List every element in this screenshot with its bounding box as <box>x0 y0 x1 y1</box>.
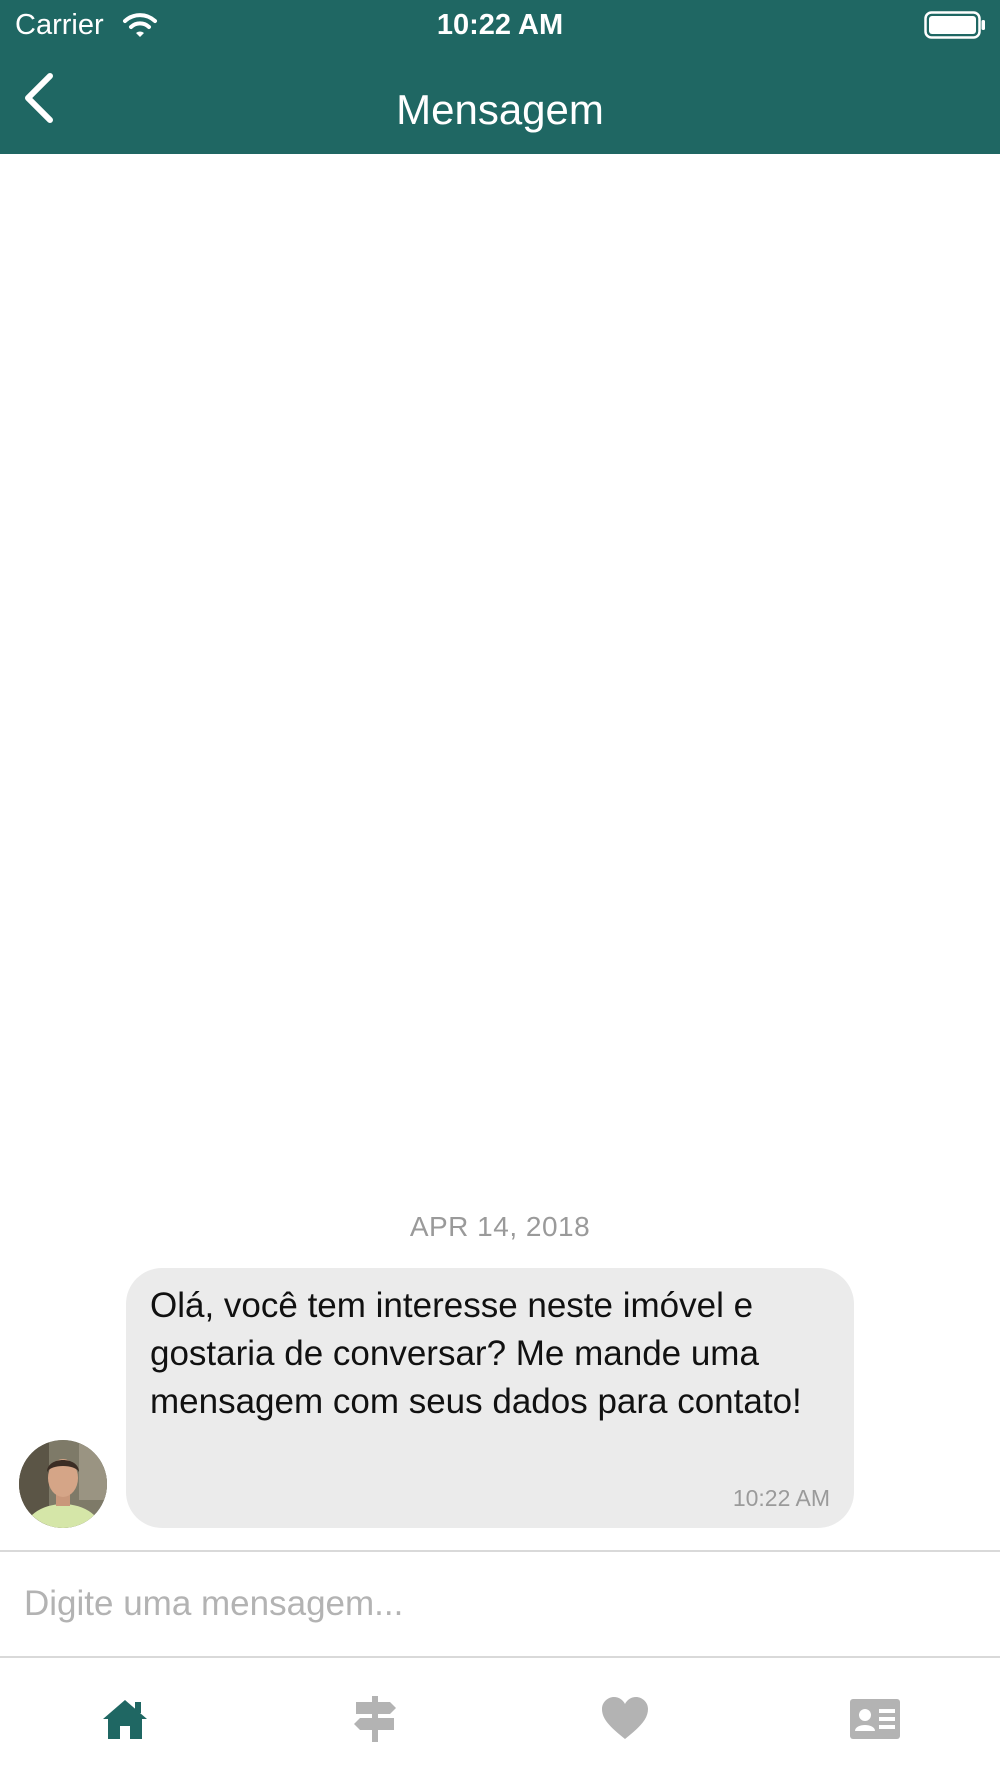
message-input[interactable] <box>24 1566 974 1642</box>
user-avatar[interactable] <box>19 1440 107 1528</box>
message-time: 10:22 AM <box>732 1485 830 1511</box>
message-bubble[interactable]: Olá, você tem interesse neste imóvel e g… <box>126 1268 854 1528</box>
tab-signpost[interactable] <box>250 1658 500 1778</box>
avatar-image <box>19 1440 107 1528</box>
page-title: Mensagem <box>396 86 604 133</box>
home-icon <box>103 1700 147 1739</box>
status-bar: Carrier 10:22 AM <box>0 0 1000 50</box>
date-separator: APR 14, 2018 <box>409 1211 591 1242</box>
contact-card-icon <box>850 1699 900 1739</box>
heart-icon <box>602 1697 648 1739</box>
tab-profile[interactable] <box>750 1658 1000 1778</box>
navigation-bar: Mensagem <box>0 50 1000 154</box>
tab-bar <box>0 1658 1000 1778</box>
header: Carrier 10:22 AM Mensagem <box>0 0 1000 154</box>
message-list[interactable]: APR 14, 2018 Olá, você tem interesse nes… <box>0 154 1000 1550</box>
tab-home[interactable] <box>0 1658 250 1778</box>
signpost-icon <box>354 1696 396 1742</box>
message-composer <box>0 1550 1000 1658</box>
message-text: Olá, você tem interesse neste imóvel e g… <box>150 1286 802 1421</box>
tab-favorites[interactable] <box>500 1658 750 1778</box>
battery-icon <box>924 11 985 39</box>
status-time: 10:22 AM <box>436 9 564 41</box>
